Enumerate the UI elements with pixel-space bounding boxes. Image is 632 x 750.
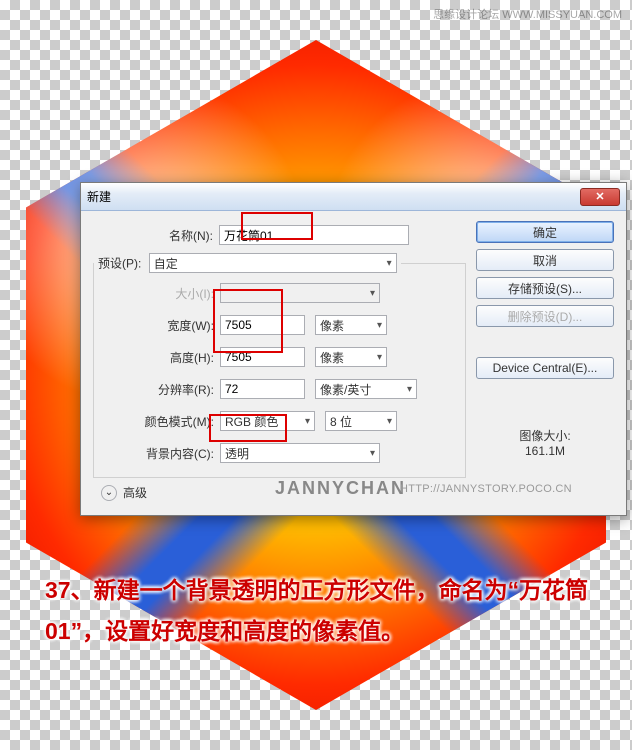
- height-unit-select[interactable]: 像素: [315, 347, 387, 367]
- dialog-right-panel: 确定 取消 存储预设(S)... 删除预设(D)... Device Centr…: [476, 221, 614, 501]
- cancel-button[interactable]: 取消: [476, 249, 614, 271]
- color-mode-label: 颜色模式(M):: [94, 413, 220, 430]
- watermark-author: JANNYCHAN: [275, 478, 406, 499]
- width-label: 宽度(W):: [94, 317, 220, 334]
- preset-select[interactable]: 自定: [149, 253, 397, 273]
- advanced-label: 高级: [123, 484, 147, 501]
- height-input[interactable]: [220, 347, 305, 367]
- name-label: 名称(N):: [93, 227, 219, 244]
- new-document-dialog: 新建 ✕ 名称(N): 预设(P): 自定 大小(I): 宽度(W): [80, 182, 627, 516]
- bit-depth-select[interactable]: 8 位: [325, 411, 397, 431]
- image-size-block: 图像大小: 161.1M: [476, 427, 614, 458]
- color-mode-select[interactable]: RGB 颜色: [220, 411, 315, 431]
- step-caption: 37、新建一个背景透明的正方形文件，命名为“万花筒01”，设置好宽度和高度的像素…: [45, 570, 605, 653]
- width-input[interactable]: [220, 315, 305, 335]
- width-unit-select[interactable]: 像素: [315, 315, 387, 335]
- close-button[interactable]: ✕: [580, 188, 620, 206]
- resolution-unit-select[interactable]: 像素/英寸: [315, 379, 417, 399]
- watermark-top: 思缘设计论坛 WWW.MISSYUAN.COM: [433, 6, 622, 22]
- dialog-titlebar[interactable]: 新建 ✕: [81, 183, 626, 211]
- dialog-title: 新建: [87, 188, 111, 205]
- preset-label: 预设(P):: [98, 257, 141, 271]
- background-label: 背景内容(C):: [94, 445, 220, 462]
- resolution-input[interactable]: [220, 379, 305, 399]
- close-icon: ✕: [595, 190, 604, 203]
- image-size-label: 图像大小:: [476, 427, 614, 444]
- watermark-url: HTTP://JANNYSTORY.POCO.CN: [400, 483, 572, 495]
- preset-fieldset: 预设(P): 自定 大小(I): 宽度(W): 像素 高度(H):: [93, 253, 466, 478]
- height-label: 高度(H):: [94, 349, 220, 366]
- device-central-button[interactable]: Device Central(E)...: [476, 357, 614, 379]
- image-size-value: 161.1M: [476, 444, 614, 458]
- size-label: 大小(I):: [94, 285, 220, 302]
- background-select[interactable]: 透明: [220, 443, 380, 463]
- chevron-down-icon: ⌄: [101, 485, 117, 501]
- save-preset-button[interactable]: 存储预设(S)...: [476, 277, 614, 299]
- size-select: [220, 283, 380, 303]
- ok-button[interactable]: 确定: [476, 221, 614, 243]
- dialog-left-panel: 名称(N): 预设(P): 自定 大小(I): 宽度(W): 像素: [93, 221, 466, 501]
- resolution-label: 分辨率(R):: [94, 381, 220, 398]
- name-input[interactable]: [219, 225, 409, 245]
- delete-preset-button: 删除预设(D)...: [476, 305, 614, 327]
